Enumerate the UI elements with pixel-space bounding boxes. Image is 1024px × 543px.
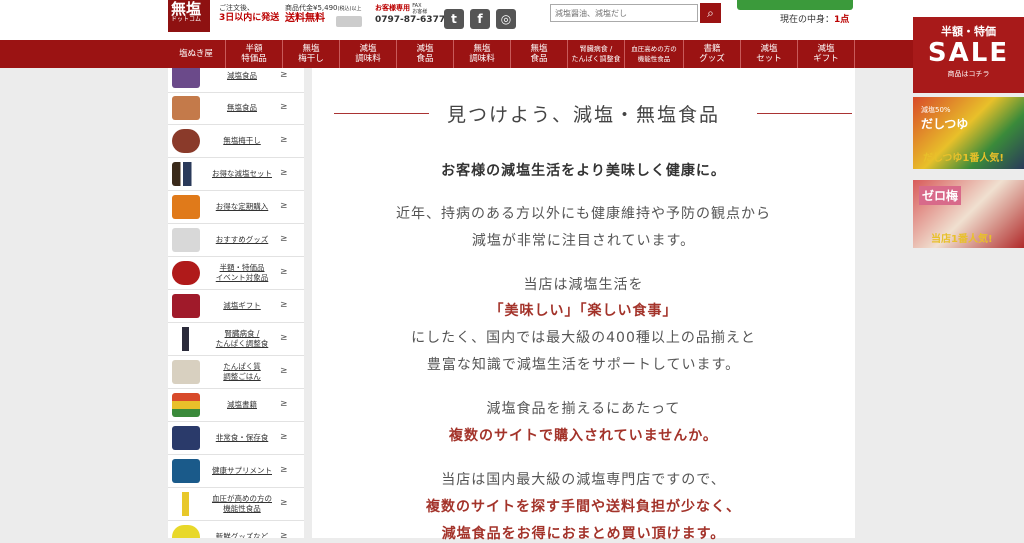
nav-item-kidney-diet[interactable]: 腎臓病食 / たんぱく調整食 bbox=[567, 40, 624, 68]
category-nav: 塩ぬき屋 半額 特価品 無塩 梅干し 減塩 調味料 減塩 食品 無塩 調味料 無… bbox=[0, 40, 1024, 68]
food-icon bbox=[172, 96, 200, 120]
zero-ume-caption: 当店1番人気! bbox=[931, 234, 993, 245]
facebook-icon[interactable]: f bbox=[470, 9, 490, 29]
sale-banner-top: 半額・特価 bbox=[941, 25, 996, 38]
benefit-line2: 複数のサイトを探す手間や送料負担が少なく、 bbox=[426, 499, 741, 515]
sidebar-item-reduced-salt-food[interactable]: 減塩食品 ≥ bbox=[168, 68, 304, 93]
umeboshi-icon bbox=[172, 129, 200, 153]
search-button[interactable]: ⌕ bbox=[700, 3, 721, 23]
box-icon bbox=[172, 68, 200, 88]
discount-icon bbox=[172, 261, 200, 285]
dashitsuyu-banner[interactable]: 減塩50% だしつゆ だしつゆ1番人気! bbox=[913, 97, 1024, 169]
sidebar-item-books[interactable]: 減塩書籍 ≥ bbox=[168, 389, 304, 422]
intro-line1: 近年、持病のある方以外にも健康維持や予防の観点から bbox=[396, 206, 771, 222]
search-input[interactable] bbox=[550, 4, 698, 22]
category-sidebar: 減塩食品 ≥ 無塩食品 ≥ 無塩梅干し ≥ お得な減塩セット ≥ お得な定期購入… bbox=[168, 68, 304, 538]
nav-item-reduced-salt-food[interactable]: 減塩 食品 bbox=[396, 40, 453, 68]
lead-text: お客様の減塩生活をより美味しく健康に。 bbox=[441, 163, 726, 179]
cart-count: 1点 bbox=[834, 15, 850, 25]
nav-item-salt-free-food[interactable]: 無塩 食品 bbox=[510, 40, 567, 68]
nav-item-umeboshi[interactable]: 無塩 梅干し bbox=[282, 40, 339, 68]
zero-ume-banner[interactable]: ゼロ梅 当店1番人気! bbox=[913, 180, 1024, 248]
nav-item-blood-pressure[interactable]: 血圧高めの方の 機能性食品 bbox=[624, 40, 683, 68]
question-line2: 複数のサイトで購入されていませんか。 bbox=[449, 428, 718, 444]
rice-icon bbox=[172, 360, 200, 384]
sidebar-item-fresh-goods[interactable]: 新鮮グッズなど ≥ bbox=[168, 521, 304, 538]
sidebar-item-emergency-food[interactable]: 非常食・保存食 ≥ bbox=[168, 422, 304, 455]
sidebar-item-subscription[interactable]: お得な定期購入 ≥ bbox=[168, 191, 304, 224]
zero-ume-title: ゼロ梅 bbox=[919, 186, 962, 205]
sale-banner[interactable]: 半額・特価 SALE 商品はコチラ bbox=[913, 17, 1024, 93]
intro-line2: 減塩が非常に注目されています。 bbox=[471, 233, 696, 249]
drink-icon bbox=[172, 492, 200, 516]
logo-subtext: ドットコム bbox=[171, 16, 202, 23]
sidebar-item-supplement[interactable]: 健康サプリメント ≥ bbox=[168, 455, 304, 488]
cart-button[interactable] bbox=[737, 0, 853, 10]
books-icon bbox=[172, 393, 200, 417]
cart-status: 現在の中身：1点 bbox=[780, 12, 849, 25]
page-heading: 見つけよう、減塩・無塩食品 bbox=[446, 104, 720, 126]
can-icon bbox=[172, 426, 200, 450]
question-line1: 減塩食品を揃えるにあたって bbox=[486, 401, 681, 417]
dashitsuyu-caption: だしつゆ1番人気! bbox=[923, 153, 1004, 164]
tel-label: お客様専用 bbox=[375, 4, 410, 12]
site-header: 無塩 ドットコム ご注文後、 3日以内に発送 商品代金¥5,490(税込)以上 … bbox=[0, 0, 1024, 40]
nav-item-books-goods[interactable]: 書籍 グッズ bbox=[683, 40, 740, 68]
sidebar-item-salt-set[interactable]: お得な減塩セット ≥ bbox=[168, 158, 304, 191]
dashitsuyu-title: だしつゆ bbox=[921, 117, 969, 131]
sidebar-item-kidney-diet[interactable]: 腎臓病食 / たんぱく調整食 ≥ bbox=[168, 323, 304, 356]
main-content: 見つけよう、減塩・無塩食品 お客様の減塩生活をより美味しく健康に。 近年、持病の… bbox=[312, 68, 855, 542]
bottles-icon bbox=[172, 162, 200, 186]
spoon-icon bbox=[172, 228, 200, 252]
instagram-icon[interactable]: ◎ bbox=[496, 9, 516, 29]
fax-label: FAX お客様 bbox=[412, 3, 428, 15]
site-logo[interactable]: 無塩 ドットコム bbox=[168, 0, 210, 32]
sidebar-item-salt-free-food[interactable]: 無塩食品 ≥ bbox=[168, 92, 304, 125]
sidebar-item-goods[interactable]: おすすめグッズ ≥ bbox=[168, 224, 304, 257]
benefit-line3: 減塩食品をお得におまとめ買い頂けます。 bbox=[441, 526, 726, 542]
shipping-line2: 3日以内に発送 bbox=[219, 13, 280, 23]
gift-icon bbox=[172, 294, 200, 318]
nav-item-gift[interactable]: 減塩 ギフト bbox=[797, 40, 855, 68]
dashitsuyu-tag: 減塩50% bbox=[921, 106, 951, 114]
free-shipping-line1: 商品代金¥5,490 bbox=[285, 4, 338, 12]
tel-block[interactable]: お客様専用 FAX お客様 0797-87-6377 bbox=[375, 3, 445, 25]
nav-item-reduced-salt-seasoning[interactable]: 減塩 調味料 bbox=[339, 40, 396, 68]
sidebar-item-gift[interactable]: 減塩ギフト ≥ bbox=[168, 290, 304, 323]
sale-banner-title: SALE bbox=[927, 38, 1010, 68]
sidebar-item-functional-food[interactable]: 血圧が高めの方の 機能性食品 ≥ bbox=[168, 488, 304, 521]
twitter-icon[interactable]: t bbox=[444, 9, 464, 29]
shipping-notice: ご注文後、 3日以内に発送 bbox=[219, 3, 279, 23]
shipping-line1: ご注文後、 bbox=[219, 4, 254, 12]
search-icon: ⌕ bbox=[707, 6, 714, 20]
free-shipping-label: 送料無料 bbox=[285, 13, 325, 24]
cart-label: 現在の中身： bbox=[780, 15, 835, 25]
cup-icon bbox=[172, 525, 200, 538]
sidebar-item-umeboshi[interactable]: 無塩梅干し ≥ bbox=[168, 125, 304, 158]
sidebar-item-sale[interactable]: 半額・特価品 イベント対象品 ≥ bbox=[168, 257, 304, 290]
nav-item-shionukiya[interactable]: 塩ぬき屋 bbox=[168, 40, 224, 68]
nav-item-set[interactable]: 減塩 セット bbox=[740, 40, 797, 68]
bottle-icon bbox=[172, 327, 200, 351]
benefit-line1: 当店は国内最大級の減塩専門店ですので、 bbox=[441, 472, 726, 488]
mission-line2: 「美味しい」「楽しい食事」 bbox=[489, 303, 678, 319]
mission-line1: 当店は減塩生活を bbox=[523, 277, 644, 293]
truck-icon bbox=[336, 16, 362, 27]
sidebar-item-protein-rice[interactable]: たんぱく質 調整ごはん ≥ bbox=[168, 356, 304, 389]
truck-icon bbox=[172, 195, 200, 219]
mission-line3: にしたく、国内では最大級の400種以上の品揃えと bbox=[411, 330, 756, 346]
nav-item-sale[interactable]: 半額 特価品 bbox=[225, 40, 282, 68]
sale-banner-caption: 商品はコチラ bbox=[947, 70, 990, 78]
supplement-icon bbox=[172, 459, 200, 483]
nav-item-salt-free-seasoning[interactable]: 無塩 調味料 bbox=[453, 40, 510, 68]
free-shipping-tax: (税込)以上 bbox=[337, 6, 362, 12]
tel-number: 0797-87-6377 bbox=[375, 15, 446, 25]
mission-line4: 豊富な知識で減塩生活をサポートしています。 bbox=[426, 357, 741, 373]
